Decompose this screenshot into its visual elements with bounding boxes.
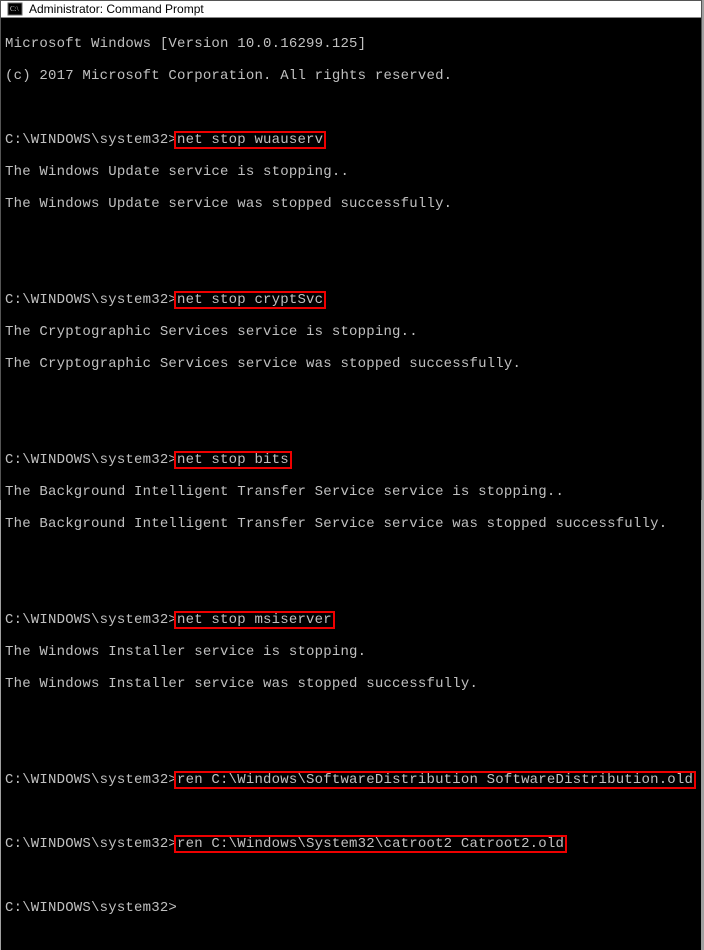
prompt: C:\WINDOWS\system32>: [5, 612, 177, 628]
command-highlight: ren C:\Windows\SoftwareDistribution Soft…: [175, 772, 695, 788]
header-line: (c) 2017 Microsoft Corporation. All righ…: [5, 68, 697, 84]
output-line: The Windows Installer service is stoppin…: [5, 644, 697, 660]
prompt: C:\WINDOWS\system32>: [5, 836, 177, 852]
blank-line: [5, 740, 697, 756]
cmd-line: C:\WINDOWS\system32>net stop msiserver: [5, 612, 697, 628]
cmd-line: C:\WINDOWS\system32>net stop wuauserv: [5, 132, 697, 148]
prompt: C:\WINDOWS\system32>: [5, 452, 177, 468]
output-line: The Cryptographic Services service is st…: [5, 324, 697, 340]
cmd-line: C:\WINDOWS\system32>net stop bits: [5, 452, 697, 468]
blank-line: [5, 708, 697, 724]
current-prompt-line: C:\WINDOWS\system32>: [5, 900, 697, 916]
command-highlight: net stop bits: [175, 452, 291, 468]
blank-line: [5, 260, 697, 276]
blank-line: [5, 548, 697, 564]
header-line: Microsoft Windows [Version 10.0.16299.12…: [5, 36, 697, 52]
output-line: The Background Intelligent Transfer Serv…: [5, 484, 697, 500]
command-highlight: ren C:\Windows\System32\catroot2 Catroot…: [175, 836, 566, 852]
window-title: Administrator: Command Prompt: [29, 2, 204, 16]
blank-line: [5, 228, 697, 244]
blank-line: [5, 580, 697, 596]
command-prompt-window: C:\ Administrator: Command Prompt Micros…: [0, 0, 702, 500]
output-line: The Windows Installer service was stoppe…: [5, 676, 697, 692]
command-highlight: net stop wuauserv: [175, 132, 325, 148]
prompt: C:\WINDOWS\system32>: [5, 900, 177, 916]
output-line: The Windows Update service was stopped s…: [5, 196, 697, 212]
prompt: C:\WINDOWS\system32>: [5, 132, 177, 148]
cmd-icon: C:\: [7, 1, 23, 17]
svg-text:C:\: C:\: [10, 5, 19, 13]
prompt: C:\WINDOWS\system32>: [5, 772, 177, 788]
output-line: The Windows Update service is stopping..: [5, 164, 697, 180]
blank-line: [5, 868, 697, 884]
blank-line: [5, 100, 697, 116]
blank-line: [5, 420, 697, 436]
blank-line: [5, 388, 697, 404]
command-highlight: net stop msiserver: [175, 612, 334, 628]
cmd-line: C:\WINDOWS\system32>ren C:\Windows\Syste…: [5, 836, 697, 852]
blank-line: [5, 804, 697, 820]
titlebar[interactable]: C:\ Administrator: Command Prompt: [1, 1, 701, 18]
terminal-area[interactable]: Microsoft Windows [Version 10.0.16299.12…: [1, 18, 701, 950]
command-highlight: net stop cryptSvc: [175, 292, 325, 308]
output-line: The Cryptographic Services service was s…: [5, 356, 697, 372]
cmd-line: C:\WINDOWS\system32>ren C:\Windows\Softw…: [5, 772, 697, 788]
prompt: C:\WINDOWS\system32>: [5, 292, 177, 308]
cmd-line: C:\WINDOWS\system32>net stop cryptSvc: [5, 292, 697, 308]
output-line: The Background Intelligent Transfer Serv…: [5, 516, 697, 532]
